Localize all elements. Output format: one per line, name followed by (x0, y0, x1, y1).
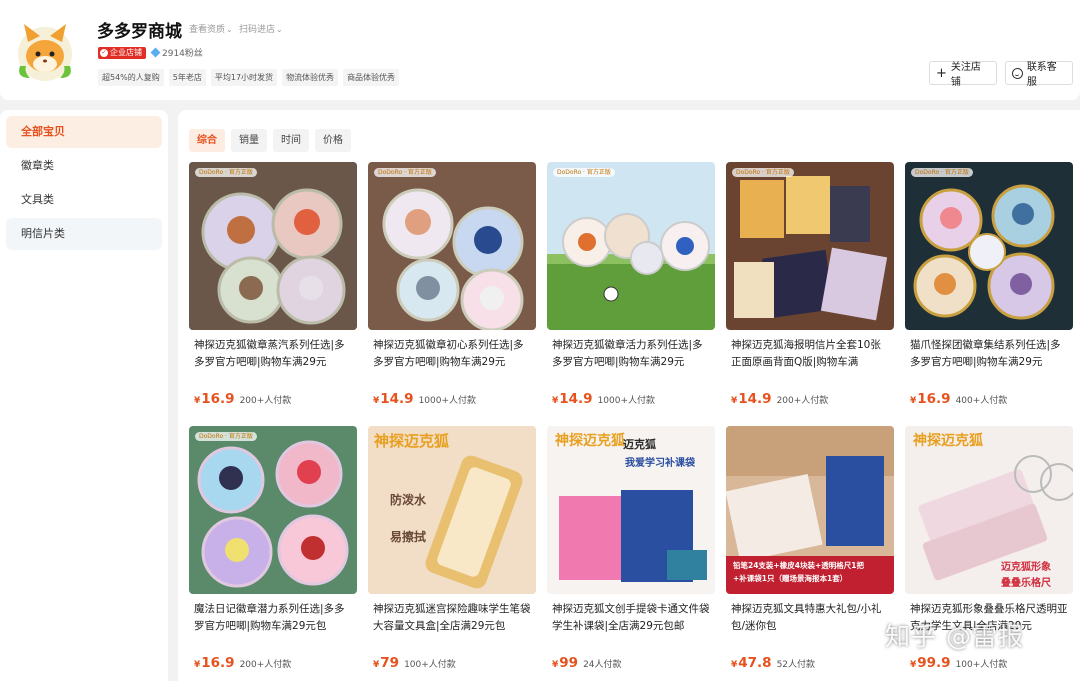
sort-tab-time[interactable]: 时间 (273, 129, 309, 152)
product-price: ¥14.9 (373, 391, 414, 407)
product-sold-count: 100+人付款 (955, 660, 1008, 670)
customer-service-icon (1012, 67, 1023, 79)
product-price: ¥99 (552, 655, 579, 671)
product-image-title: 神探迈克狐 (555, 433, 625, 449)
product-sold-count: 200+人付款 (239, 660, 292, 670)
chevron-down-icon: ⌄ (226, 25, 233, 34)
brand-pill: DoDoRo · 官方正版 (553, 168, 615, 177)
brand-pill: DoDoRo · 官方正版 (732, 168, 794, 177)
product-title[interactable]: 神探迈克狐文创手提袋卡通文件袋学生补课袋|全店满29元包邮 (547, 601, 715, 635)
product-sold-count: 400+人付款 (955, 396, 1008, 406)
product-title[interactable]: 猫爪怪探团徽章集结系列任选|多多罗官方吧唧|购物车满29元 (905, 337, 1073, 371)
product-price: ¥16.9 (910, 391, 951, 407)
product-title[interactable]: 魔法日记徽章潜力系列任选|多多罗官方吧唧|购物车满29元包 (189, 601, 357, 635)
product-title[interactable]: 神探迈克狐徽章蒸汽系列任选|多多罗官方吧唧|购物车满29元 (189, 337, 357, 371)
shop-tag: 商品体验优秀 (343, 69, 400, 86)
product-image[interactable]: DoDoRo · 官方正版 (726, 162, 894, 330)
brand-pill: DoDoRo · 官方正版 (195, 168, 257, 177)
sort-tab-sales[interactable]: 销量 (231, 129, 267, 152)
contact-service-button[interactable]: 联系客服 (1005, 61, 1073, 88)
product-sold-count: 1000+人付款 (597, 396, 656, 406)
product-image-caption: 我爱学习补课袋 (625, 458, 695, 469)
watermark: 知乎 @雷报 (885, 622, 1024, 651)
fans-count: 2914粉丝 (150, 46, 203, 59)
product-price: ¥16.9 (194, 391, 235, 407)
product-image-caption: 铅笔24支装+橡皮4块装+透明格尺1把 (733, 561, 864, 570)
product-image-caption: +补课袋1只（赠场景海报本1套） (733, 574, 848, 583)
product-title[interactable]: 神探迈克狐徽章活力系列任选|多多罗官方吧唧|购物车满29元 (547, 337, 715, 371)
shop-logo[interactable] (14, 22, 76, 82)
shop-header: 多多罗商城 查看资质⌄ 扫码进店⌄ ✓ 企业店铺 2914粉丝 超54%的人复购… (0, 0, 1080, 100)
product-card[interactable]: 神探迈克狐 防泼水 易擦拭 神探迈克狐迷宫探险趣味学生笔袋大容量文具盒|全店满2… (368, 426, 536, 671)
product-price: ¥79 (373, 655, 400, 671)
plus-icon: + (936, 65, 947, 81)
product-card[interactable]: DoDoRo · 官方正版 神探迈克狐海报明信片全套10张正面原画背面Q版|购物… (726, 162, 894, 407)
shop-tag: 超54%的人复购 (98, 69, 164, 86)
brand-pill: DoDoRo · 官方正版 (195, 432, 257, 441)
product-card[interactable]: 神探迈克狐 迈克狐 我爱学习补课袋 神探迈克狐文创手提袋卡通文件袋学生补课袋|全… (547, 426, 715, 671)
product-card[interactable]: DoDoRo · 官方正版 神探迈克狐徽章活力系列任选|多多罗官方吧唧|购物车满… (547, 162, 715, 407)
product-price: ¥14.9 (731, 391, 772, 407)
sidebar-item-postcards[interactable]: 明信片类 (6, 218, 162, 250)
product-sold-count: 24人付款 (583, 660, 622, 670)
diamond-icon (150, 47, 161, 58)
product-title[interactable]: 神探迈克狐迷宫探险趣味学生笔袋大容量文具盒|全店满29元包 (368, 601, 536, 635)
product-area: 综合 销量 时间 价格 DoDoRo · 官方正版 神探迈克狐徽章蒸汽系列任选|… (178, 110, 1080, 681)
shop-tag: 5年老店 (168, 69, 206, 86)
product-title[interactable]: 神探迈克狐文具特惠大礼包/小礼包/迷你包 (726, 601, 894, 635)
product-price: ¥16.9 (194, 655, 235, 671)
product-image-caption: 叠叠乐格尺 (1001, 578, 1051, 589)
sidebar-item-all[interactable]: 全部宝贝 (6, 116, 162, 148)
sidebar-item-stationery[interactable]: 文具类 (6, 184, 162, 216)
product-card[interactable]: DoDoRo · 官方正版 神探迈克狐徽章初心系列任选|多多罗官方吧唧|购物车满… (368, 162, 536, 407)
product-price: ¥99.9 (910, 655, 951, 671)
product-sold-count: 200+人付款 (776, 396, 829, 406)
product-card[interactable]: DoDoRo · 官方正版 神探迈克狐徽章蒸汽系列任选|多多罗官方吧唧|购物车满… (189, 162, 357, 407)
sort-tab-price[interactable]: 价格 (315, 129, 351, 152)
product-title[interactable]: 神探迈克狐海报明信片全套10张正面原画背面Q版|购物车满 (726, 337, 894, 371)
product-image[interactable]: 神探迈克狐 迈克狐 我爱学习补课袋 (547, 426, 715, 594)
sort-tabs: 综合 销量 时间 价格 (189, 129, 351, 152)
category-sidebar: 全部宝贝 徽章类 文具类 明信片类 (0, 110, 168, 681)
product-image[interactable]: DoDoRo · 官方正版 (368, 162, 536, 330)
sidebar-item-badges[interactable]: 徽章类 (6, 150, 162, 182)
product-sold-count: 1000+人付款 (418, 396, 477, 406)
product-sold-count: 52人付款 (776, 660, 816, 670)
shop-tag: 物流体验优秀 (282, 69, 339, 86)
shield-icon: ✓ (100, 48, 108, 57)
product-sold-count: 200+人付款 (239, 396, 292, 406)
brand-pill: DoDoRo · 官方正版 (911, 168, 973, 177)
view-qualification-link[interactable]: 查看资质⌄ (189, 22, 233, 35)
shop-tags: 超54%的人复购 5年老店 平均17小时发货 物流体验优秀 商品体验优秀 (98, 69, 400, 86)
shop-tag: 平均17小时发货 (210, 69, 278, 86)
product-card[interactable]: DoDoRo · 官方正版 猫爪怪探团徽章集结系列任选|多多罗官方吧唧|购物车满… (905, 162, 1073, 407)
product-card[interactable]: 铅笔24支装+橡皮4块装+透明格尺1把 +补课袋1只（赠场景海报本1套） 神探迈… (726, 426, 894, 671)
product-price: ¥14.9 (552, 391, 593, 407)
product-image-title: 神探迈克狐 (913, 433, 983, 449)
follow-shop-button[interactable]: + 关注店铺 (929, 61, 997, 88)
product-image[interactable]: DoDoRo · 官方正版 (547, 162, 715, 330)
product-image[interactable]: 铅笔24支装+橡皮4块装+透明格尺1把 +补课袋1只（赠场景海报本1套） (726, 426, 894, 594)
product-image[interactable]: 神探迈克狐 迈克狐形象 叠叠乐格尺 (905, 426, 1073, 594)
product-image-title: 神探迈克狐 (374, 432, 450, 450)
product-card[interactable]: DoDoRo · 官方正版 魔法日记徽章潜力系列任选|多多罗官方吧唧|购物车满2… (189, 426, 357, 671)
enterprise-shop-badge: ✓ 企业店铺 (98, 46, 146, 59)
scan-to-enter-link[interactable]: 扫码进店⌄ (239, 22, 283, 35)
product-image[interactable]: DoDoRo · 官方正版 (189, 162, 357, 330)
product-price: ¥47.8 (731, 655, 772, 671)
product-image-caption: 易擦拭 (390, 530, 427, 544)
product-image-caption: 防泼水 (390, 493, 427, 507)
product-image[interactable]: DoDoRo · 官方正版 (189, 426, 357, 594)
product-sold-count: 100+人付款 (404, 660, 456, 670)
product-image[interactable]: DoDoRo · 官方正版 (905, 162, 1073, 330)
brand-pill: DoDoRo · 官方正版 (374, 168, 436, 177)
product-image-caption: 迈克狐形象 (1001, 562, 1051, 573)
sort-tab-default[interactable]: 综合 (189, 129, 225, 152)
chevron-down-icon: ⌄ (276, 25, 283, 34)
product-title[interactable]: 神探迈克狐徽章初心系列任选|多多罗官方吧唧|购物车满29元 (368, 337, 536, 371)
product-image-caption: 迈克狐 (623, 438, 656, 451)
product-image[interactable]: 神探迈克狐 防泼水 易擦拭 (368, 426, 536, 594)
shop-name: 多多罗商城 (97, 22, 182, 42)
